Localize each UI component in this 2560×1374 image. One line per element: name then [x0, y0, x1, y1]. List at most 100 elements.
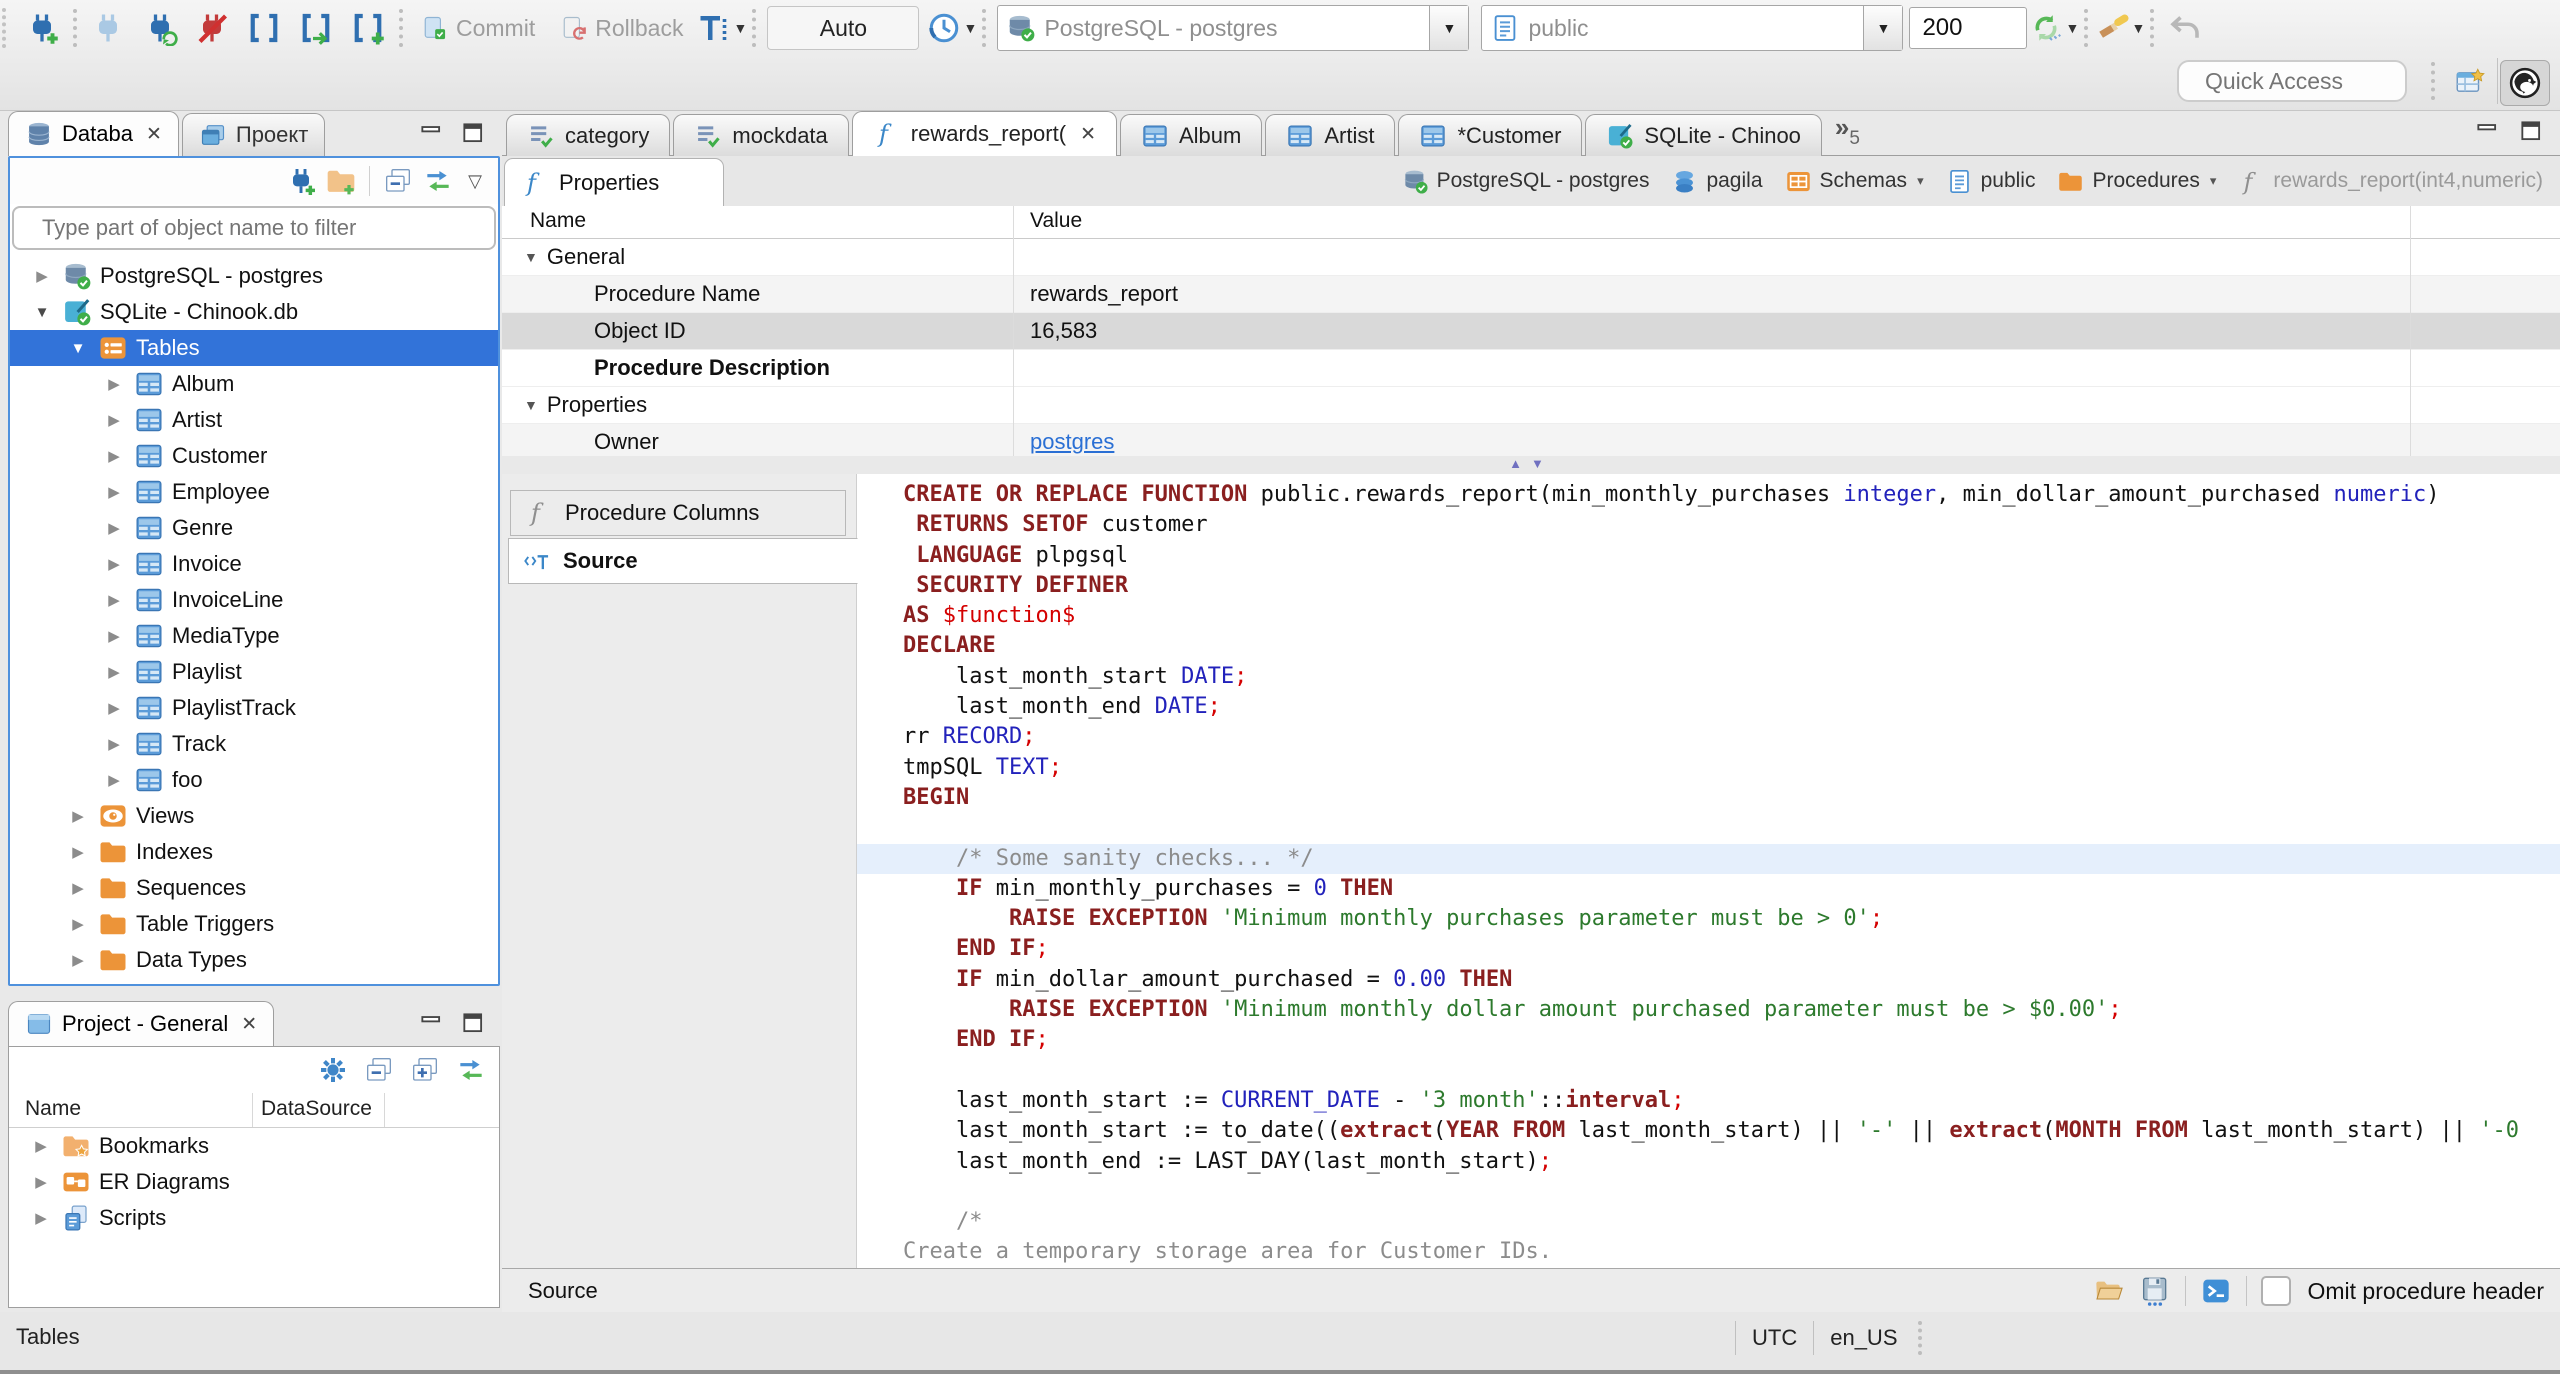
column-value[interactable]: Value	[1030, 209, 1082, 233]
editor-tab-customer[interactable]: *Customer	[1398, 114, 1583, 156]
breadcrumb-schemas[interactable]: Schemas ▾	[1774, 168, 1935, 195]
editor-tab-rewards-report[interactable]: f rewards_report(✕	[851, 111, 1117, 156]
tab-project-general[interactable]: Project - General ✕	[8, 1001, 275, 1046]
save-to-file-icon[interactable]	[2139, 1275, 2171, 1307]
breadcrumb-public[interactable]: public	[1935, 168, 2047, 195]
expand-arrow-icon[interactable]: ▶	[66, 879, 90, 897]
property-row-procedure-name[interactable]: Procedure Name rewards_report	[502, 276, 2560, 313]
tree-item-track[interactable]: ▶ Track	[10, 726, 498, 762]
side-tab-procedure-columns[interactable]: f Procedure Columns	[510, 490, 846, 536]
link-with-editor-icon[interactable]	[422, 165, 454, 197]
collapse-arrow-icon[interactable]: ▼	[30, 304, 54, 321]
property-row-properties[interactable]: ▼ Properties	[502, 387, 2560, 424]
expand-arrow-icon[interactable]: ▶	[102, 591, 126, 609]
tree-item-foo[interactable]: ▶ foo	[10, 762, 498, 798]
tree-item-indexes[interactable]: ▶ Indexes	[10, 834, 498, 870]
commit-button[interactable]: Commit	[408, 4, 547, 52]
chevron-down-icon[interactable]: ▾	[1917, 173, 1924, 189]
omit-header-checkbox[interactable]	[2261, 1276, 2292, 1306]
disconnect-button[interactable]	[186, 4, 238, 52]
breadcrumb-procedures[interactable]: Procedures ▾	[2046, 168, 2227, 195]
navigator-tree[interactable]: ▶ PostgreSQL - postgres ▼ SQLite - Chinook.…	[10, 258, 498, 984]
column-datasource[interactable]: DataSource	[261, 1097, 372, 1121]
property-row-procedure-description[interactable]: Procedure Description	[502, 350, 2560, 387]
close-icon[interactable]: ✕	[241, 1013, 257, 1036]
tree-item-sequences[interactable]: ▶ Sequences	[10, 870, 498, 906]
expand-arrow-icon[interactable]: ▶	[29, 1209, 53, 1227]
new-connection-icon[interactable]	[285, 165, 317, 197]
collapse-arrow-icon[interactable]: ▼	[524, 249, 538, 265]
tree-item-genre[interactable]: ▶ Genre	[10, 510, 498, 546]
column-divider[interactable]	[252, 1093, 253, 1127]
tree-item-tables[interactable]: ▼ Tables	[10, 330, 498, 366]
refresh-button[interactable]: ▼	[2027, 4, 2079, 52]
fetch-size-input[interactable]	[1909, 7, 2028, 49]
source-code[interactable]: CREATE OR REPLACE FUNCTION public.reward…	[856, 474, 2560, 1268]
transaction-log-button[interactable]: ▼	[925, 4, 977, 52]
tree-item-postgresql-postgres[interactable]: ▶ PostgreSQL - postgres	[10, 258, 498, 294]
collapse-all-icon[interactable]	[382, 165, 414, 197]
property-row-general[interactable]: ▼ General	[502, 239, 2560, 276]
pane-splitter[interactable]: ▲▼	[502, 456, 2560, 474]
gear-icon[interactable]	[317, 1054, 349, 1086]
expand-arrow-icon[interactable]: ▶	[29, 1173, 53, 1191]
maximize-icon[interactable]	[460, 120, 486, 146]
tree-item-data-types[interactable]: ▶ Data Types	[10, 942, 498, 978]
expand-arrow-icon[interactable]: ▶	[102, 555, 126, 573]
project-item-er-diagrams[interactable]: ▶ ER Diagrams	[9, 1164, 499, 1200]
back-history-button[interactable]	[2159, 4, 2211, 52]
breadcrumb-postgresql-postgres[interactable]: PostgreSQL - postgres	[1391, 168, 1661, 195]
property-value[interactable]: postgres	[1030, 424, 1114, 456]
tree-item-employee[interactable]: ▶ Employee	[10, 474, 498, 510]
tree-item-mediatype[interactable]: ▶ MediaType	[10, 618, 498, 654]
search-metadata-button[interactable]: ▼	[2093, 4, 2145, 52]
tab-properties[interactable]: f Properties	[504, 158, 724, 207]
combo-dropdown-button[interactable]: ▼	[1863, 6, 1903, 50]
expand-arrow-icon[interactable]: ▶	[102, 699, 126, 717]
tree-item-invoiceline[interactable]: ▶ InvoiceLine	[10, 582, 498, 618]
maximize-icon[interactable]	[2518, 118, 2544, 144]
expand-arrow-icon[interactable]: ▶	[66, 915, 90, 933]
new-sql-editor-button[interactable]	[342, 4, 394, 52]
reconnect-button[interactable]	[134, 4, 186, 52]
connect-button[interactable]	[82, 4, 134, 52]
grid-column-divider[interactable]	[2410, 206, 2411, 456]
chevron-down-icon[interactable]: ▾	[2210, 173, 2217, 189]
object-filter-input[interactable]	[12, 206, 496, 250]
column-name[interactable]: Name	[530, 209, 586, 233]
load-from-file-icon[interactable]	[2093, 1275, 2125, 1307]
expand-arrow-icon[interactable]: ▶	[66, 951, 90, 969]
new-connection-button[interactable]	[16, 4, 68, 52]
tree-item-artist[interactable]: ▶ Artist	[10, 402, 498, 438]
project-tree[interactable]: ▶ Bookmarks ▶ ER Diagrams ▶ Scripts	[9, 1128, 499, 1236]
open-sql-script-button[interactable]	[290, 4, 342, 52]
tree-item-sqlite-chinook-db[interactable]: ▼ SQLite - Chinook.db	[10, 294, 498, 330]
expand-arrow-icon[interactable]: ▶	[102, 663, 126, 681]
collapse-arrow-icon[interactable]: ▼	[524, 397, 538, 413]
minimize-icon[interactable]	[418, 120, 444, 146]
tree-item-playlisttrack[interactable]: ▶ PlaylistTrack	[10, 690, 498, 726]
editor-tab-sqlite-chinoo[interactable]: SQLite - Chinoo	[1585, 114, 1822, 156]
open-console-icon[interactable]	[2200, 1275, 2232, 1307]
expand-arrow-icon[interactable]: ▶	[66, 807, 90, 825]
view-menu-icon[interactable]: ▽	[462, 171, 488, 192]
tree-item-playlist[interactable]: ▶ Playlist	[10, 654, 498, 690]
tree-item-table-triggers[interactable]: ▶ Table Triggers	[10, 906, 498, 942]
toolbar-drag-handle[interactable]	[2, 8, 14, 48]
maximize-icon[interactable]	[460, 1010, 486, 1036]
tree-item-invoice[interactable]: ▶ Invoice	[10, 546, 498, 582]
editor-tab-category[interactable]: category	[506, 114, 671, 156]
grid-column-divider[interactable]	[1013, 206, 1014, 456]
expand-arrow-icon[interactable]: ▶	[102, 411, 126, 429]
sql-editor-button[interactable]	[238, 4, 290, 52]
collapse-arrow-icon[interactable]: ▼	[66, 340, 90, 357]
expand-all-icon[interactable]	[409, 1054, 441, 1086]
expand-arrow-icon[interactable]: ▶	[102, 375, 126, 393]
splitter-arrows-icon[interactable]: ▲▼	[1509, 456, 1553, 471]
new-folder-icon[interactable]	[325, 165, 357, 197]
tree-item-album[interactable]: ▶ Album	[10, 366, 498, 402]
tree-item-views[interactable]: ▶ Views	[10, 798, 498, 834]
editor-tab-mockdata[interactable]: mockdata	[673, 114, 849, 156]
minimize-icon[interactable]	[418, 1010, 444, 1036]
project-item-scripts[interactable]: ▶ Scripts	[9, 1200, 499, 1236]
